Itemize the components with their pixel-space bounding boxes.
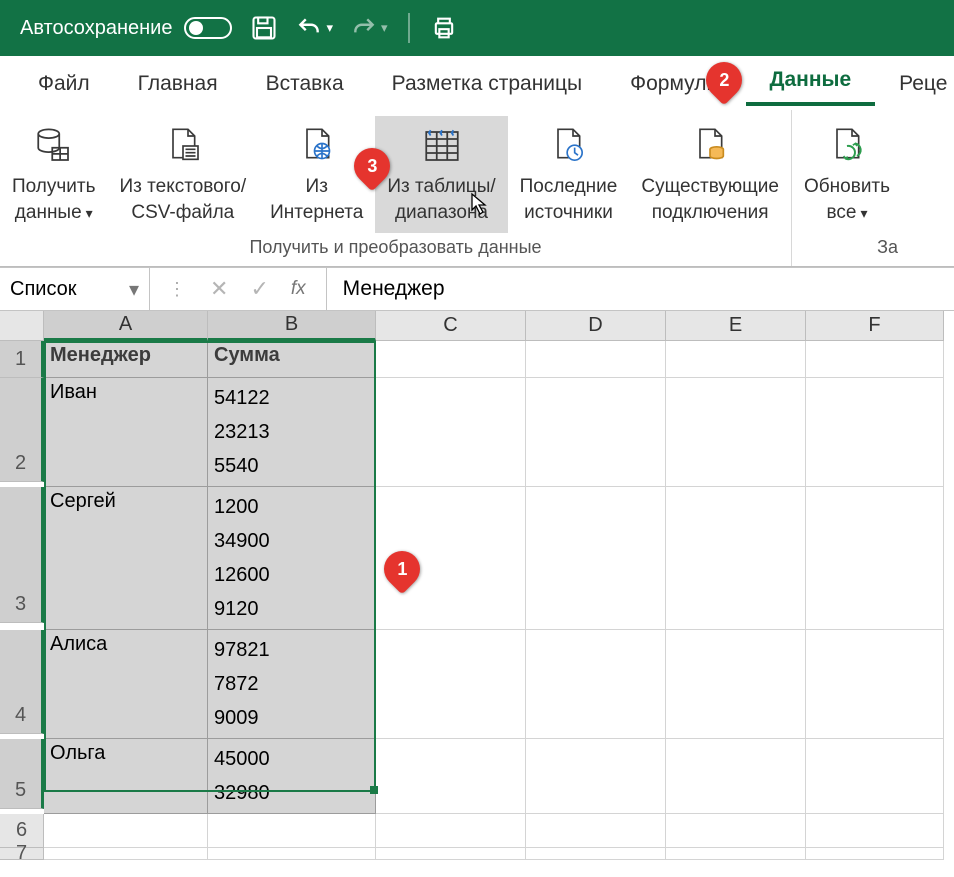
tab-data[interactable]: Данные xyxy=(746,68,876,106)
title-bar: Автосохранение ▾ ▾ xyxy=(0,0,954,56)
tab-insert[interactable]: Вставка xyxy=(242,72,368,106)
cell-B1[interactable]: Сумма xyxy=(208,341,376,378)
cell[interactable] xyxy=(526,814,666,848)
fx-icon[interactable]: fx xyxy=(291,278,306,300)
select-all-corner[interactable] xyxy=(0,311,44,341)
cell[interactable] xyxy=(806,630,944,739)
globe-file-icon xyxy=(295,124,339,168)
cell[interactable] xyxy=(666,487,806,630)
cell-B4[interactable]: 97821 7872 9009 xyxy=(208,630,376,739)
group-label-queries: За xyxy=(792,233,902,266)
group-label-get-transform: Получить и преобразовать данные xyxy=(0,233,791,266)
cell[interactable] xyxy=(526,487,666,630)
cell[interactable] xyxy=(376,739,526,814)
name-box[interactable]: Список ▾ xyxy=(0,268,150,310)
chevron-down-icon[interactable]: ▾ xyxy=(129,277,139,302)
refresh-all-button[interactable]: Обновить все▾ xyxy=(792,116,902,233)
cell[interactable] xyxy=(526,378,666,487)
cell[interactable] xyxy=(806,378,944,487)
cell[interactable] xyxy=(806,848,944,860)
cell[interactable] xyxy=(806,739,944,814)
formula-input[interactable] xyxy=(327,268,954,310)
cell[interactable] xyxy=(44,848,208,860)
refresh-icon xyxy=(825,124,869,168)
separator xyxy=(408,13,410,43)
cell[interactable] xyxy=(526,848,666,860)
cell[interactable] xyxy=(666,739,806,814)
tab-review[interactable]: Реце xyxy=(875,72,954,106)
cell[interactable] xyxy=(666,378,806,487)
cell-B5[interactable]: 45000 32980 xyxy=(208,739,376,814)
row-header-4[interactable]: 4 xyxy=(0,630,44,734)
cell[interactable] xyxy=(806,487,944,630)
cell-A2[interactable]: Иван xyxy=(44,378,208,487)
cell[interactable] xyxy=(526,341,666,378)
from-table-range-button[interactable]: Из таблицы/ диапазона xyxy=(375,116,507,233)
chevron-down-icon: ▾ xyxy=(860,205,867,221)
database-icon xyxy=(32,124,76,168)
cell[interactable] xyxy=(526,630,666,739)
col-header-C[interactable]: C xyxy=(376,311,526,341)
file-db-icon xyxy=(688,124,732,168)
ribbon-tabs: Файл Главная Вставка Разметка страницы Ф… xyxy=(0,56,954,106)
cell[interactable] xyxy=(208,814,376,848)
row-header-3[interactable]: 3 xyxy=(0,487,44,623)
tab-page-layout[interactable]: Разметка страницы xyxy=(368,72,607,106)
cell[interactable] xyxy=(208,848,376,860)
cell[interactable] xyxy=(376,378,526,487)
cell[interactable] xyxy=(666,341,806,378)
table-icon xyxy=(420,124,464,168)
cell[interactable] xyxy=(376,814,526,848)
cancel-icon[interactable]: ✕ xyxy=(210,276,228,302)
col-header-A[interactable]: A xyxy=(44,311,208,341)
recent-sources-button[interactable]: Последние источники xyxy=(508,116,630,233)
tab-home[interactable]: Главная xyxy=(114,72,242,106)
get-data-button[interactable]: Получить данные▾ xyxy=(0,116,108,233)
from-text-csv-button[interactable]: Из текстового/ CSV-файла xyxy=(108,116,259,233)
cell[interactable] xyxy=(666,630,806,739)
formula-bar: Список ▾ ⋮ ✕ ✓ fx xyxy=(0,267,954,311)
undo-button[interactable]: ▾ xyxy=(296,15,333,41)
cell[interactable] xyxy=(44,814,208,848)
cell[interactable] xyxy=(666,848,806,860)
cell[interactable] xyxy=(806,341,944,378)
recent-file-icon xyxy=(546,124,590,168)
spreadsheet-grid[interactable]: A B C D E F 1 Менеджер Сумма 2 Иван 5412… xyxy=(0,311,954,860)
redo-button[interactable]: ▾ xyxy=(351,15,388,41)
cell[interactable] xyxy=(376,341,526,378)
autosave-toggle[interactable]: Автосохранение xyxy=(20,17,232,40)
cell[interactable] xyxy=(526,739,666,814)
row-header-5[interactable]: 5 xyxy=(0,739,44,809)
enter-icon[interactable]: ✓ xyxy=(250,276,268,302)
cell-A4[interactable]: Алиса xyxy=(44,630,208,739)
existing-connections-button[interactable]: Существующие подключения xyxy=(629,116,791,233)
col-header-D[interactable]: D xyxy=(526,311,666,341)
cell-A1[interactable]: Менеджер xyxy=(44,341,208,378)
file-text-icon xyxy=(161,124,205,168)
autosave-label: Автосохранение xyxy=(20,17,172,40)
tab-file[interactable]: Файл xyxy=(14,72,114,106)
col-header-E[interactable]: E xyxy=(666,311,806,341)
cell[interactable] xyxy=(376,630,526,739)
print-preview-icon[interactable] xyxy=(430,14,458,42)
cell-B3[interactable]: 1200 34900 12600 9120 xyxy=(208,487,376,630)
row-header-2[interactable]: 2 xyxy=(0,378,44,482)
drag-dots-icon[interactable]: ⋮ xyxy=(150,279,190,300)
cell[interactable] xyxy=(806,814,944,848)
save-icon[interactable] xyxy=(250,14,278,42)
cell-A3[interactable]: Сергей xyxy=(44,487,208,630)
row-header-7[interactable]: 7 xyxy=(0,848,44,860)
col-header-B[interactable]: B xyxy=(208,311,376,341)
ribbon: Получить данные▾ Из текстового/ CSV-файл… xyxy=(0,106,954,267)
cell-A5[interactable]: Ольга xyxy=(44,739,208,814)
col-header-F[interactable]: F xyxy=(806,311,944,341)
chevron-down-icon: ▾ xyxy=(86,205,93,221)
cell[interactable] xyxy=(666,814,806,848)
cell[interactable] xyxy=(376,848,526,860)
cell-B2[interactable]: 54122 23213 5540 xyxy=(208,378,376,487)
row-header-1[interactable]: 1 xyxy=(0,341,44,378)
toggle-icon[interactable] xyxy=(184,17,232,39)
